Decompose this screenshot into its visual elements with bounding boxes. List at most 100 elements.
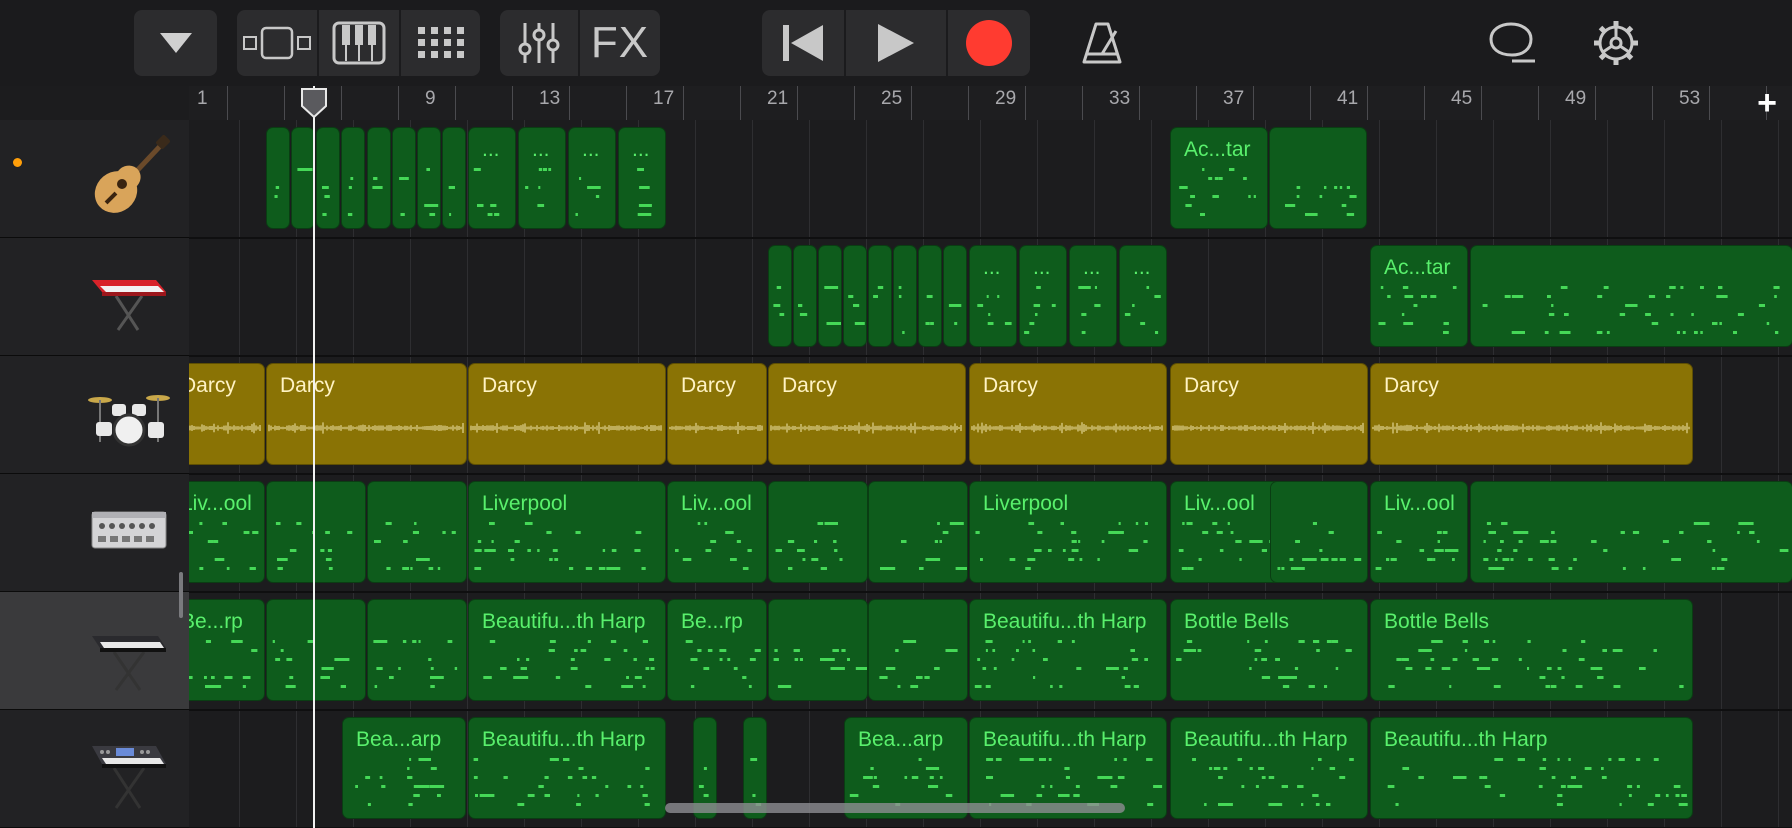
audio-region[interactable]: Darcy — [969, 363, 1167, 465]
rewind-button[interactable] — [762, 10, 844, 76]
midi-region[interactable] — [1269, 127, 1367, 229]
midi-region[interactable]: ... — [568, 127, 616, 229]
audio-region[interactable]: Darcy — [266, 363, 467, 465]
midi-region[interactable]: ... — [518, 127, 566, 229]
track-header-3[interactable] — [0, 356, 189, 474]
audio-region[interactable]: Darcy — [189, 363, 265, 465]
track-header-5[interactable] — [0, 592, 189, 710]
ruler-tick — [1310, 86, 1311, 120]
midi-notes — [798, 304, 808, 316]
drum-grid-button[interactable] — [401, 10, 480, 76]
audio-region[interactable]: Darcy — [1170, 363, 1368, 465]
midi-region[interactable] — [266, 127, 290, 229]
tracks-view-button[interactable] — [237, 10, 317, 76]
midi-region[interactable]: ... — [1119, 245, 1167, 347]
midi-region[interactable]: Liv...ool — [667, 481, 767, 583]
midi-region[interactable]: Liverpool — [969, 481, 1167, 583]
midi-region[interactable]: Beautifu...th Harp — [468, 717, 666, 819]
midi-region[interactable]: ... — [969, 245, 1017, 347]
midi-region[interactable] — [291, 127, 315, 229]
midi-region[interactable]: ... — [468, 127, 516, 229]
midi-region[interactable] — [1270, 481, 1368, 583]
midi-region[interactable]: Liv...ool — [1370, 481, 1468, 583]
ruler-tick — [1424, 86, 1425, 120]
midi-region[interactable] — [367, 481, 467, 583]
midi-region[interactable] — [266, 481, 366, 583]
midi-region[interactable]: Bottle Bells — [1170, 599, 1368, 701]
timeline-ruler[interactable]: 1591317212529333741454953 + — [189, 84, 1792, 122]
track-header-2[interactable] — [0, 238, 189, 356]
ruler-tick — [626, 86, 627, 120]
midi-region[interactable] — [1470, 245, 1792, 347]
midi-region[interactable] — [843, 245, 867, 347]
track-header-6[interactable] — [0, 710, 189, 828]
fx-button[interactable]: FX — [580, 10, 660, 76]
midi-region[interactable]: Be...rp — [667, 599, 767, 701]
midi-region[interactable] — [768, 481, 868, 583]
midi-region[interactable] — [266, 599, 366, 701]
midi-region[interactable] — [768, 599, 868, 701]
midi-region[interactable]: ... — [1069, 245, 1117, 347]
midi-region[interactable]: ... — [618, 127, 666, 229]
midi-region[interactable]: Liv...ool — [189, 481, 265, 583]
midi-region[interactable] — [367, 599, 467, 701]
midi-notes — [525, 168, 552, 207]
mixer-button[interactable] — [500, 10, 578, 76]
bar-number: 33 — [1109, 88, 1131, 109]
keyboard-button[interactable] — [319, 10, 399, 76]
midi-region[interactable] — [893, 245, 917, 347]
record-button[interactable] — [948, 10, 1030, 76]
midi-region[interactable]: Liverpool — [468, 481, 666, 583]
midi-region[interactable] — [868, 245, 892, 347]
midi-region[interactable] — [793, 245, 817, 347]
midi-notes — [473, 168, 500, 216]
midi-region[interactable]: Beautifu...th Harp — [1370, 717, 1693, 819]
metronome-button[interactable] — [1070, 10, 1134, 76]
browser-dropdown-button[interactable] — [134, 10, 217, 76]
loop-browser-button[interactable] — [1482, 10, 1542, 76]
midi-notes — [1179, 168, 1256, 216]
midi-region[interactable] — [442, 127, 466, 229]
audio-region[interactable]: Darcy — [468, 363, 666, 465]
playhead[interactable] — [313, 86, 315, 828]
midi-region[interactable]: Ac...tar — [1170, 127, 1268, 229]
settings-button[interactable] — [1584, 10, 1648, 76]
midi-region[interactable]: ... — [1019, 245, 1067, 347]
midi-region[interactable] — [768, 245, 792, 347]
midi-region[interactable] — [868, 481, 968, 583]
dropdown-icon — [159, 33, 192, 53]
midi-region[interactable]: Beautifu...th Harp — [468, 599, 666, 701]
midi-region[interactable] — [392, 127, 416, 229]
midi-region[interactable]: Bottle Bells — [1370, 599, 1693, 701]
play-button[interactable] — [846, 10, 946, 76]
midi-region[interactable]: Bea...arp — [342, 717, 466, 819]
midi-region[interactable] — [316, 127, 340, 229]
add-section-button[interactable]: + — [1742, 84, 1792, 122]
midi-notes — [948, 304, 962, 325]
midi-region[interactable] — [1470, 481, 1792, 583]
midi-region[interactable] — [943, 245, 967, 347]
track-list-scroll-indicator — [179, 572, 183, 618]
midi-region[interactable]: Be...rp — [189, 599, 265, 701]
midi-notes — [685, 640, 761, 688]
midi-region[interactable] — [918, 245, 942, 347]
midi-region[interactable] — [818, 245, 842, 347]
midi-region[interactable]: Beautifu...th Harp — [1170, 717, 1368, 819]
midi-region[interactable] — [417, 127, 441, 229]
midi-region[interactable] — [868, 599, 968, 701]
playhead-handle-icon[interactable] — [299, 88, 329, 118]
track-header-1[interactable] — [0, 120, 189, 238]
midi-notes — [1078, 286, 1101, 334]
horizontal-scroll-indicator[interactable] — [665, 803, 1125, 813]
audio-region[interactable]: Darcy — [768, 363, 966, 465]
midi-region[interactable]: Beautifu...th Harp — [969, 599, 1167, 701]
midi-region[interactable] — [341, 127, 365, 229]
mixer-fx-group: FX — [500, 10, 660, 76]
audio-region[interactable]: Darcy — [1370, 363, 1693, 465]
midi-region[interactable] — [367, 127, 391, 229]
track-header-4[interactable] — [0, 474, 189, 592]
midi-region[interactable]: Ac...tar — [1370, 245, 1468, 347]
audio-region[interactable]: Darcy — [667, 363, 767, 465]
midi-notes — [1124, 286, 1161, 334]
track-area[interactable]: ............ Ac...tar............ Ac...tar… — [189, 120, 1792, 828]
